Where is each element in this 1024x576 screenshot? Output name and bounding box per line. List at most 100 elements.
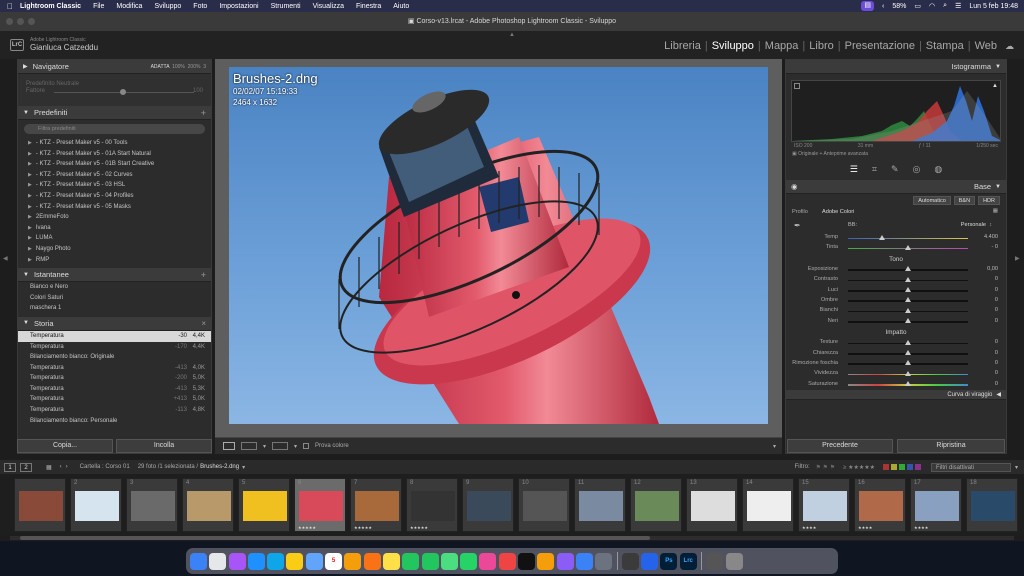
auto-button[interactable]: Automatico (913, 196, 951, 205)
preset-folder[interactable]: ▶ - KTZ - Preset Maker v5 - 03 HSL (18, 180, 211, 191)
slider-knob[interactable] (905, 307, 911, 313)
disclosure-triangle-icon[interactable]: ▶ (28, 204, 32, 210)
dock-safari-icon[interactable] (228, 552, 246, 570)
flag-filter-icons[interactable]: ⚑ ⚑ ⚑ (816, 464, 835, 471)
slider-knob[interactable] (878, 234, 885, 240)
soft-proof-checkbox[interactable] (303, 443, 310, 449)
dock-zoom-icon[interactable] (641, 552, 659, 570)
apple-icon[interactable]:  (0, 2, 20, 11)
disclosure-triangle-icon[interactable]: ▶ (28, 182, 32, 188)
slider-track[interactable] (848, 237, 968, 239)
module-book[interactable]: Libro (805, 40, 837, 52)
filmstrip-thumbnail[interactable]: 14 (742, 478, 794, 532)
filmstrip-thumbnail[interactable]: 8 ★★★★★ (406, 478, 458, 532)
main-photo[interactable]: Brushes-2.dng 02/02/07 15:19:33 2464 x 1… (229, 67, 768, 424)
menu-file[interactable]: File (93, 3, 104, 10)
dock-finder-icon[interactable] (190, 552, 207, 570)
slider-knob[interactable] (905, 350, 911, 356)
preset-folder[interactable]: ▶ LUMA (18, 233, 211, 244)
menu-settings[interactable]: Impostazioni (219, 3, 258, 10)
dock-appstore2-icon[interactable] (575, 552, 593, 570)
loupe-view-icon[interactable] (223, 442, 235, 450)
module-develop[interactable]: Sviluppo (708, 40, 758, 52)
histogram-graph[interactable]: ▲ (791, 80, 1001, 142)
add-snapshot-icon[interactable]: + (201, 268, 206, 282)
filmstrip-thumbnail[interactable]: 2 (70, 478, 122, 532)
zoom-200[interactable]: 200% (188, 64, 201, 70)
dock-notes-icon[interactable] (382, 552, 400, 570)
histogram-header[interactable]: Istogramma ▼ (786, 60, 1006, 74)
crop-icon[interactable]: ⌗ (872, 164, 877, 175)
slider-value[interactable]: 0 (995, 339, 998, 345)
history-step[interactable]: Bilanciamento bianco: Personale (18, 416, 211, 427)
chevron-down-icon[interactable]: ▾ (294, 443, 297, 450)
copy-settings-button[interactable]: Copia... (17, 439, 113, 453)
dock-contacts-icon[interactable] (344, 552, 362, 570)
filmstrip-thumbnail[interactable]: 11 (574, 478, 626, 532)
add-preset-icon[interactable]: + (201, 106, 206, 120)
dock-facetime-icon[interactable] (402, 552, 420, 570)
menu-photo[interactable]: Foto (193, 3, 207, 10)
disclosure-triangle-icon[interactable]: ▶ (28, 214, 32, 220)
edit-sliders-icon[interactable]: ☰ (850, 164, 858, 175)
preset-folder[interactable]: ▶ - KTZ - Preset Maker v5 - 04 Profiles (18, 191, 211, 202)
filmstrip-thumbnail[interactable]: 13 (686, 478, 738, 532)
preset-folder[interactable]: ▶ - KTZ - Preset Maker v5 - 01A Start Nat… (18, 149, 211, 160)
dock-app-store-like-icon[interactable] (247, 552, 265, 570)
slider-value[interactable]: - 0 (991, 244, 998, 250)
masking-icon[interactable]: ◍ (934, 164, 942, 175)
disclosure-triangle-icon[interactable]: ▶ (28, 172, 32, 178)
red-eye-icon[interactable]: ◎ (912, 164, 920, 175)
slider-value[interactable]: 0 (995, 381, 998, 387)
disclosure-triangle-icon[interactable]: ▶ (28, 151, 32, 157)
filmstrip-thumbnail[interactable]: 9 (462, 478, 514, 532)
dock-photos2-icon[interactable] (479, 552, 497, 570)
dock-nav-icon[interactable] (621, 552, 639, 570)
snapshot-item[interactable]: Colori Saturi (18, 293, 211, 304)
dock-launchpad-icon[interactable] (209, 552, 227, 570)
zoom-fit[interactable]: ADATTA (151, 64, 170, 70)
forward-arrow-icon[interactable]: › (66, 464, 68, 470)
before-after-icon[interactable] (272, 442, 289, 450)
slider-value[interactable]: 0 (995, 350, 998, 356)
history-step[interactable]: Temperatura -413 5,3K (18, 384, 211, 395)
dock-trash-icon[interactable] (725, 552, 743, 570)
chevron-left-icon[interactable]: ‹ (882, 3, 884, 10)
shadow-clipping-icon[interactable] (794, 83, 800, 89)
menubar-datetime[interactable]: Lun 5 feb 19:48 (969, 3, 1018, 10)
slider-knob[interactable] (905, 266, 911, 272)
paste-settings-button[interactable]: Incolla (116, 439, 212, 453)
slider-knob[interactable] (905, 339, 911, 345)
history-step[interactable]: Temperatura -200 5,0K (18, 373, 211, 384)
dock-chrome-icon[interactable] (267, 552, 285, 570)
preset-folder[interactable]: ▶ - KTZ - Preset Maker v5 - 01B Start Cre… (18, 159, 211, 170)
history-step[interactable]: Temperatura -113 4,8K (18, 405, 211, 416)
menu-tools[interactable]: Strumenti (271, 3, 301, 10)
dock-photoshop-icon[interactable]: Ps (660, 552, 678, 570)
collapse-triangle-icon[interactable]: ▼ (23, 272, 29, 278)
highlight-clipping-icon[interactable]: ▲ (992, 83, 998, 89)
navigator-header[interactable]: ▶ Navigatore ADATTA 100% 200% 3 (18, 60, 211, 74)
reset-button[interactable]: Ripristina (897, 439, 1005, 453)
healing-icon[interactable]: ✎ (891, 164, 899, 175)
cloud-sync-icon[interactable]: ☁ (1005, 41, 1014, 52)
preset-search-input[interactable]: Filtra predefiniti (24, 124, 205, 134)
history-header[interactable]: ▼ Storia × (18, 316, 211, 331)
slider-value[interactable]: 0 (995, 307, 998, 313)
close-window-button[interactable] (6, 18, 13, 25)
slider-knob[interactable] (905, 244, 911, 250)
back-arrow-icon[interactable]: ‹ (60, 464, 62, 470)
bw-button[interactable]: B&N (953, 196, 976, 205)
filmstrip-thumbnail[interactable]: 4 (182, 478, 234, 532)
chevron-updown-icon[interactable]: ↕ (989, 222, 992, 228)
previous-settings-button[interactable]: Precedente (787, 439, 893, 453)
history-step[interactable]: Temperatura -170 4,4K (18, 342, 211, 353)
filmstrip-thumbnail[interactable]: 5 (238, 478, 290, 532)
color-label-filters[interactable] (882, 464, 921, 470)
filmstrip-thumbnail[interactable] (14, 478, 66, 532)
module-map[interactable]: Mappa (761, 40, 803, 52)
secondary-window-button[interactable]: 2 (20, 462, 32, 472)
filmstrip-thumbnail[interactable]: 3 (126, 478, 178, 532)
wifi-icon[interactable]: ◠ (929, 2, 935, 10)
collapse-triangle-icon[interactable]: ▼ (23, 320, 29, 326)
